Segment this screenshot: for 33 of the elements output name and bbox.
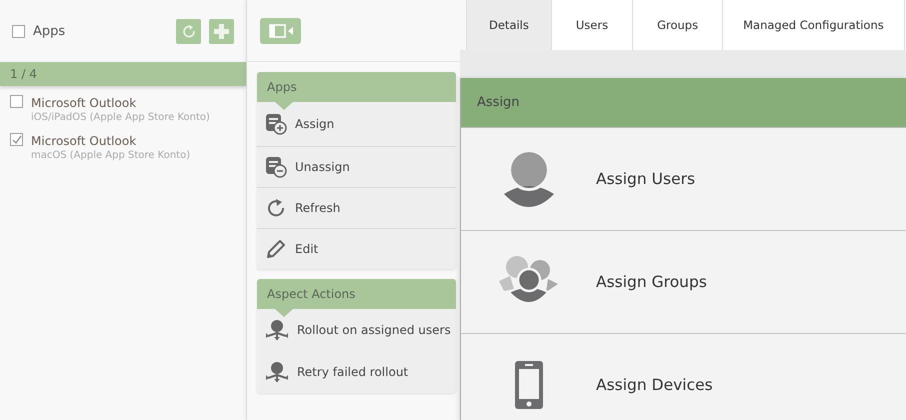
app-platform: macOS (Apple App Store Konto): [31, 150, 190, 161]
assign-option[interactable]: Assign Users: [461, 128, 906, 231]
menu-item[interactable]: Edit: [257, 228, 456, 269]
tab[interactable]: Details: [466, 0, 552, 50]
list-minus-icon: [265, 156, 287, 178]
item-count: 1 / 4: [0, 62, 246, 86]
plus-icon: [214, 24, 229, 38]
checkbox[interactable]: [10, 133, 23, 146]
refresh-button[interactable]: [176, 18, 201, 44]
refresh-icon: [182, 24, 196, 38]
checkbox[interactable]: [12, 24, 25, 38]
section-title: Apps: [257, 72, 456, 110]
assign-option[interactable]: Assign Devices: [461, 334, 906, 420]
menu-item[interactable]: Retry failed rollout: [257, 351, 456, 393]
pencil-icon: [265, 238, 287, 260]
app-name[interactable]: Microsoft Outlook: [31, 95, 210, 112]
person-arrows-icon: [265, 319, 289, 341]
list-plus-icon: [265, 113, 287, 135]
assign-option[interactable]: Assign Groups: [461, 231, 906, 334]
app-name[interactable]: Microsoft Outlook: [31, 133, 190, 150]
person-arrows-icon: [265, 361, 289, 383]
phone-icon: [514, 360, 544, 410]
checkbox[interactable]: [10, 95, 23, 108]
section-title: Aspect Actions: [257, 279, 456, 317]
list-title: Apps: [33, 24, 66, 38]
sidebar-collapse-icon: [268, 24, 292, 38]
menu-item[interactable]: Refresh: [257, 187, 456, 228]
app-platform: iOS/iPadOS (Apple App Store Konto): [31, 112, 210, 123]
add-button[interactable]: [209, 18, 234, 44]
panel-toggle-button[interactable]: [260, 18, 301, 44]
dialog-title: Assign: [461, 78, 906, 128]
menu-item[interactable]: Unassign: [257, 146, 456, 187]
refresh-icon: [265, 197, 287, 219]
